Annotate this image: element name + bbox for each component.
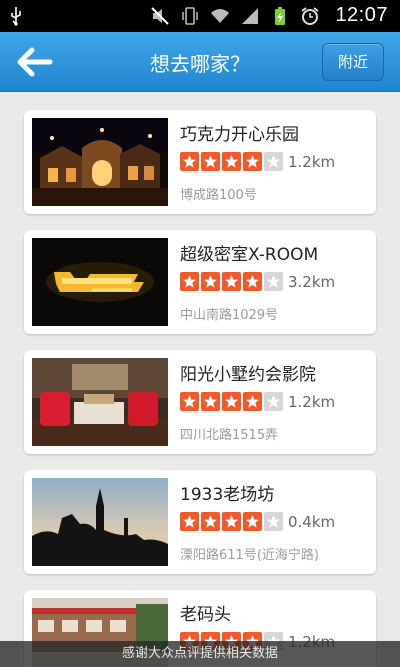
star-icon — [201, 512, 220, 531]
nearby-button[interactable]: 附近 — [322, 43, 384, 81]
battery-icon — [275, 7, 285, 25]
place-card[interactable]: 巧克力开心乐园 1.2km 博成路100号 — [24, 110, 376, 214]
star-empty-icon — [264, 152, 283, 171]
distance: 3.2km — [288, 273, 336, 291]
place-name: 阳光小墅约会影院 — [180, 365, 316, 385]
address: 中山南路1029号 — [180, 308, 279, 323]
rating-stars — [180, 392, 283, 411]
place-card[interactable]: 1933老场坊 0.4km 溧阳路611号(近海宁路) — [24, 470, 376, 574]
star-icon — [243, 392, 262, 411]
alarm-icon — [301, 7, 319, 25]
distance: 1.2km — [288, 153, 336, 171]
star-icon — [222, 512, 241, 531]
star-icon — [201, 272, 220, 291]
wifi-icon — [211, 9, 229, 23]
signal-icon — [242, 8, 258, 24]
place-card[interactable]: 超级密室X-ROOM 3.2km 中山南路1029号 — [24, 230, 376, 334]
vibrate-icon — [182, 7, 198, 25]
rating-stars — [180, 152, 283, 171]
star-icon — [243, 152, 262, 171]
star-icon — [201, 392, 220, 411]
star-icon — [243, 512, 262, 531]
rating-stars — [180, 272, 283, 291]
star-empty-icon — [264, 512, 283, 531]
star-icon — [180, 152, 199, 171]
clock: 12:07 — [335, 4, 388, 26]
nav-bar: 想去哪家？ 附近 — [0, 32, 400, 92]
mute-icon — [151, 7, 169, 25]
place-name: 巧克力开心乐园 — [180, 125, 299, 145]
distance: 0.4km — [288, 513, 336, 531]
address: 四川北路1515弄 — [180, 428, 279, 443]
place-photo — [32, 118, 168, 206]
star-icon — [222, 272, 241, 291]
place-photo — [32, 238, 168, 326]
rating-stars — [180, 512, 283, 531]
star-icon — [222, 392, 241, 411]
place-name: 老码头 — [180, 605, 231, 625]
distance: 1.2km — [288, 393, 336, 411]
star-icon — [180, 272, 199, 291]
usb-icon — [11, 7, 21, 26]
place-photo — [32, 358, 168, 446]
place-photo — [32, 478, 168, 566]
star-empty-icon — [264, 392, 283, 411]
place-card[interactable]: 阳光小墅约会影院 1.2km 四川北路1515弄 — [24, 350, 376, 454]
star-icon — [180, 392, 199, 411]
place-list[interactable]: 巧克力开心乐园 1.2km 博成路100号 超级密室X-ROOM 3.2km 中… — [0, 92, 400, 667]
place-name: 1933老场坊 — [180, 485, 275, 505]
star-icon — [222, 152, 241, 171]
star-icon — [180, 512, 199, 531]
star-icon — [201, 152, 220, 171]
status-bar: 12:07 — [0, 0, 400, 32]
star-empty-icon — [264, 272, 283, 291]
data-credit-toast: 感谢大众点评提供相关数据 — [0, 641, 400, 667]
place-name: 超级密室X-ROOM — [180, 245, 319, 265]
star-icon — [243, 272, 262, 291]
address: 溧阳路611号(近海宁路) — [180, 548, 319, 563]
address: 博成路100号 — [180, 188, 257, 203]
